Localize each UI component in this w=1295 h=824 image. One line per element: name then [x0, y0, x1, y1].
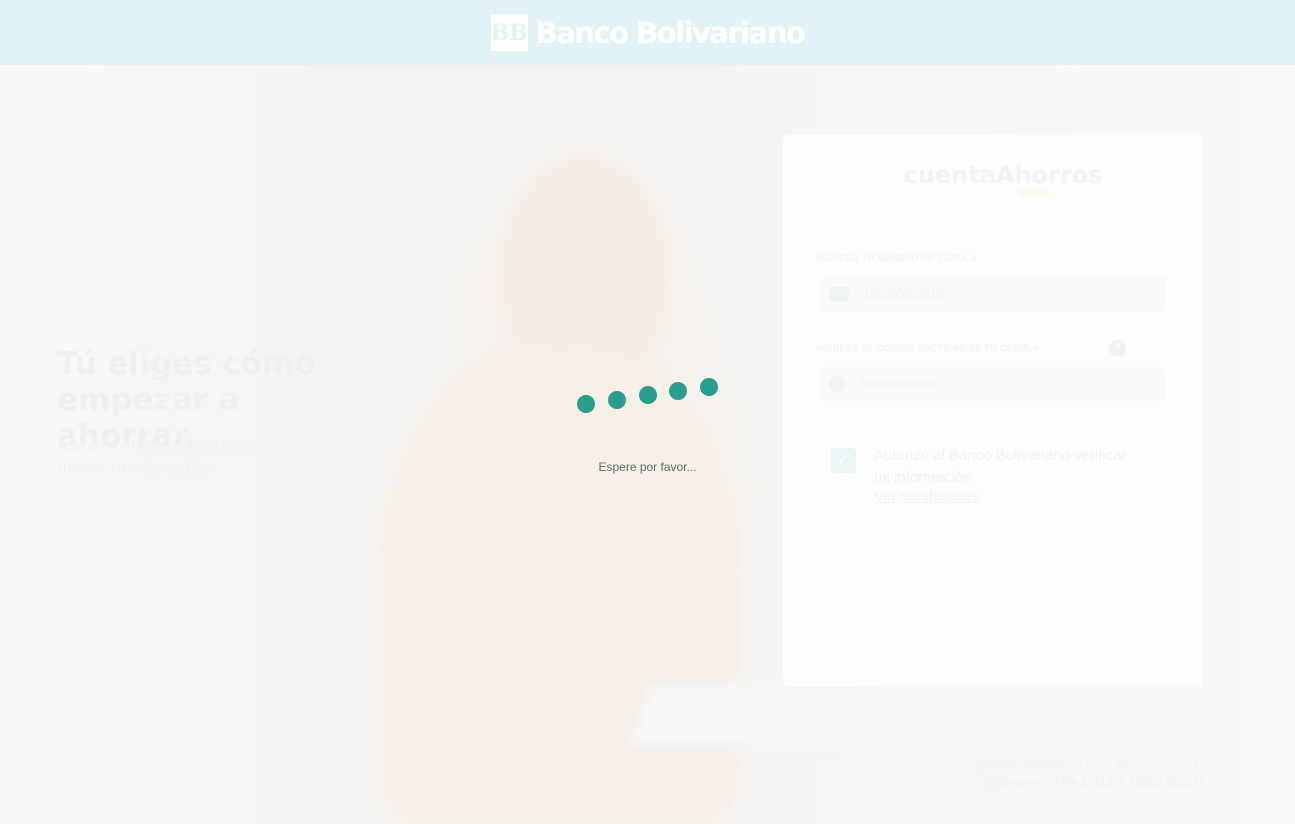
- bank-logo[interactable]: BB Banco Bolivariano: [491, 14, 806, 51]
- top-header: BB Banco Bolivariano: [0, 0, 1295, 65]
- bank-logo-mark: BB: [491, 14, 528, 51]
- loading-overlay: [0, 0, 1295, 824]
- bank-logo-text: Banco Bolivariano: [535, 15, 806, 50]
